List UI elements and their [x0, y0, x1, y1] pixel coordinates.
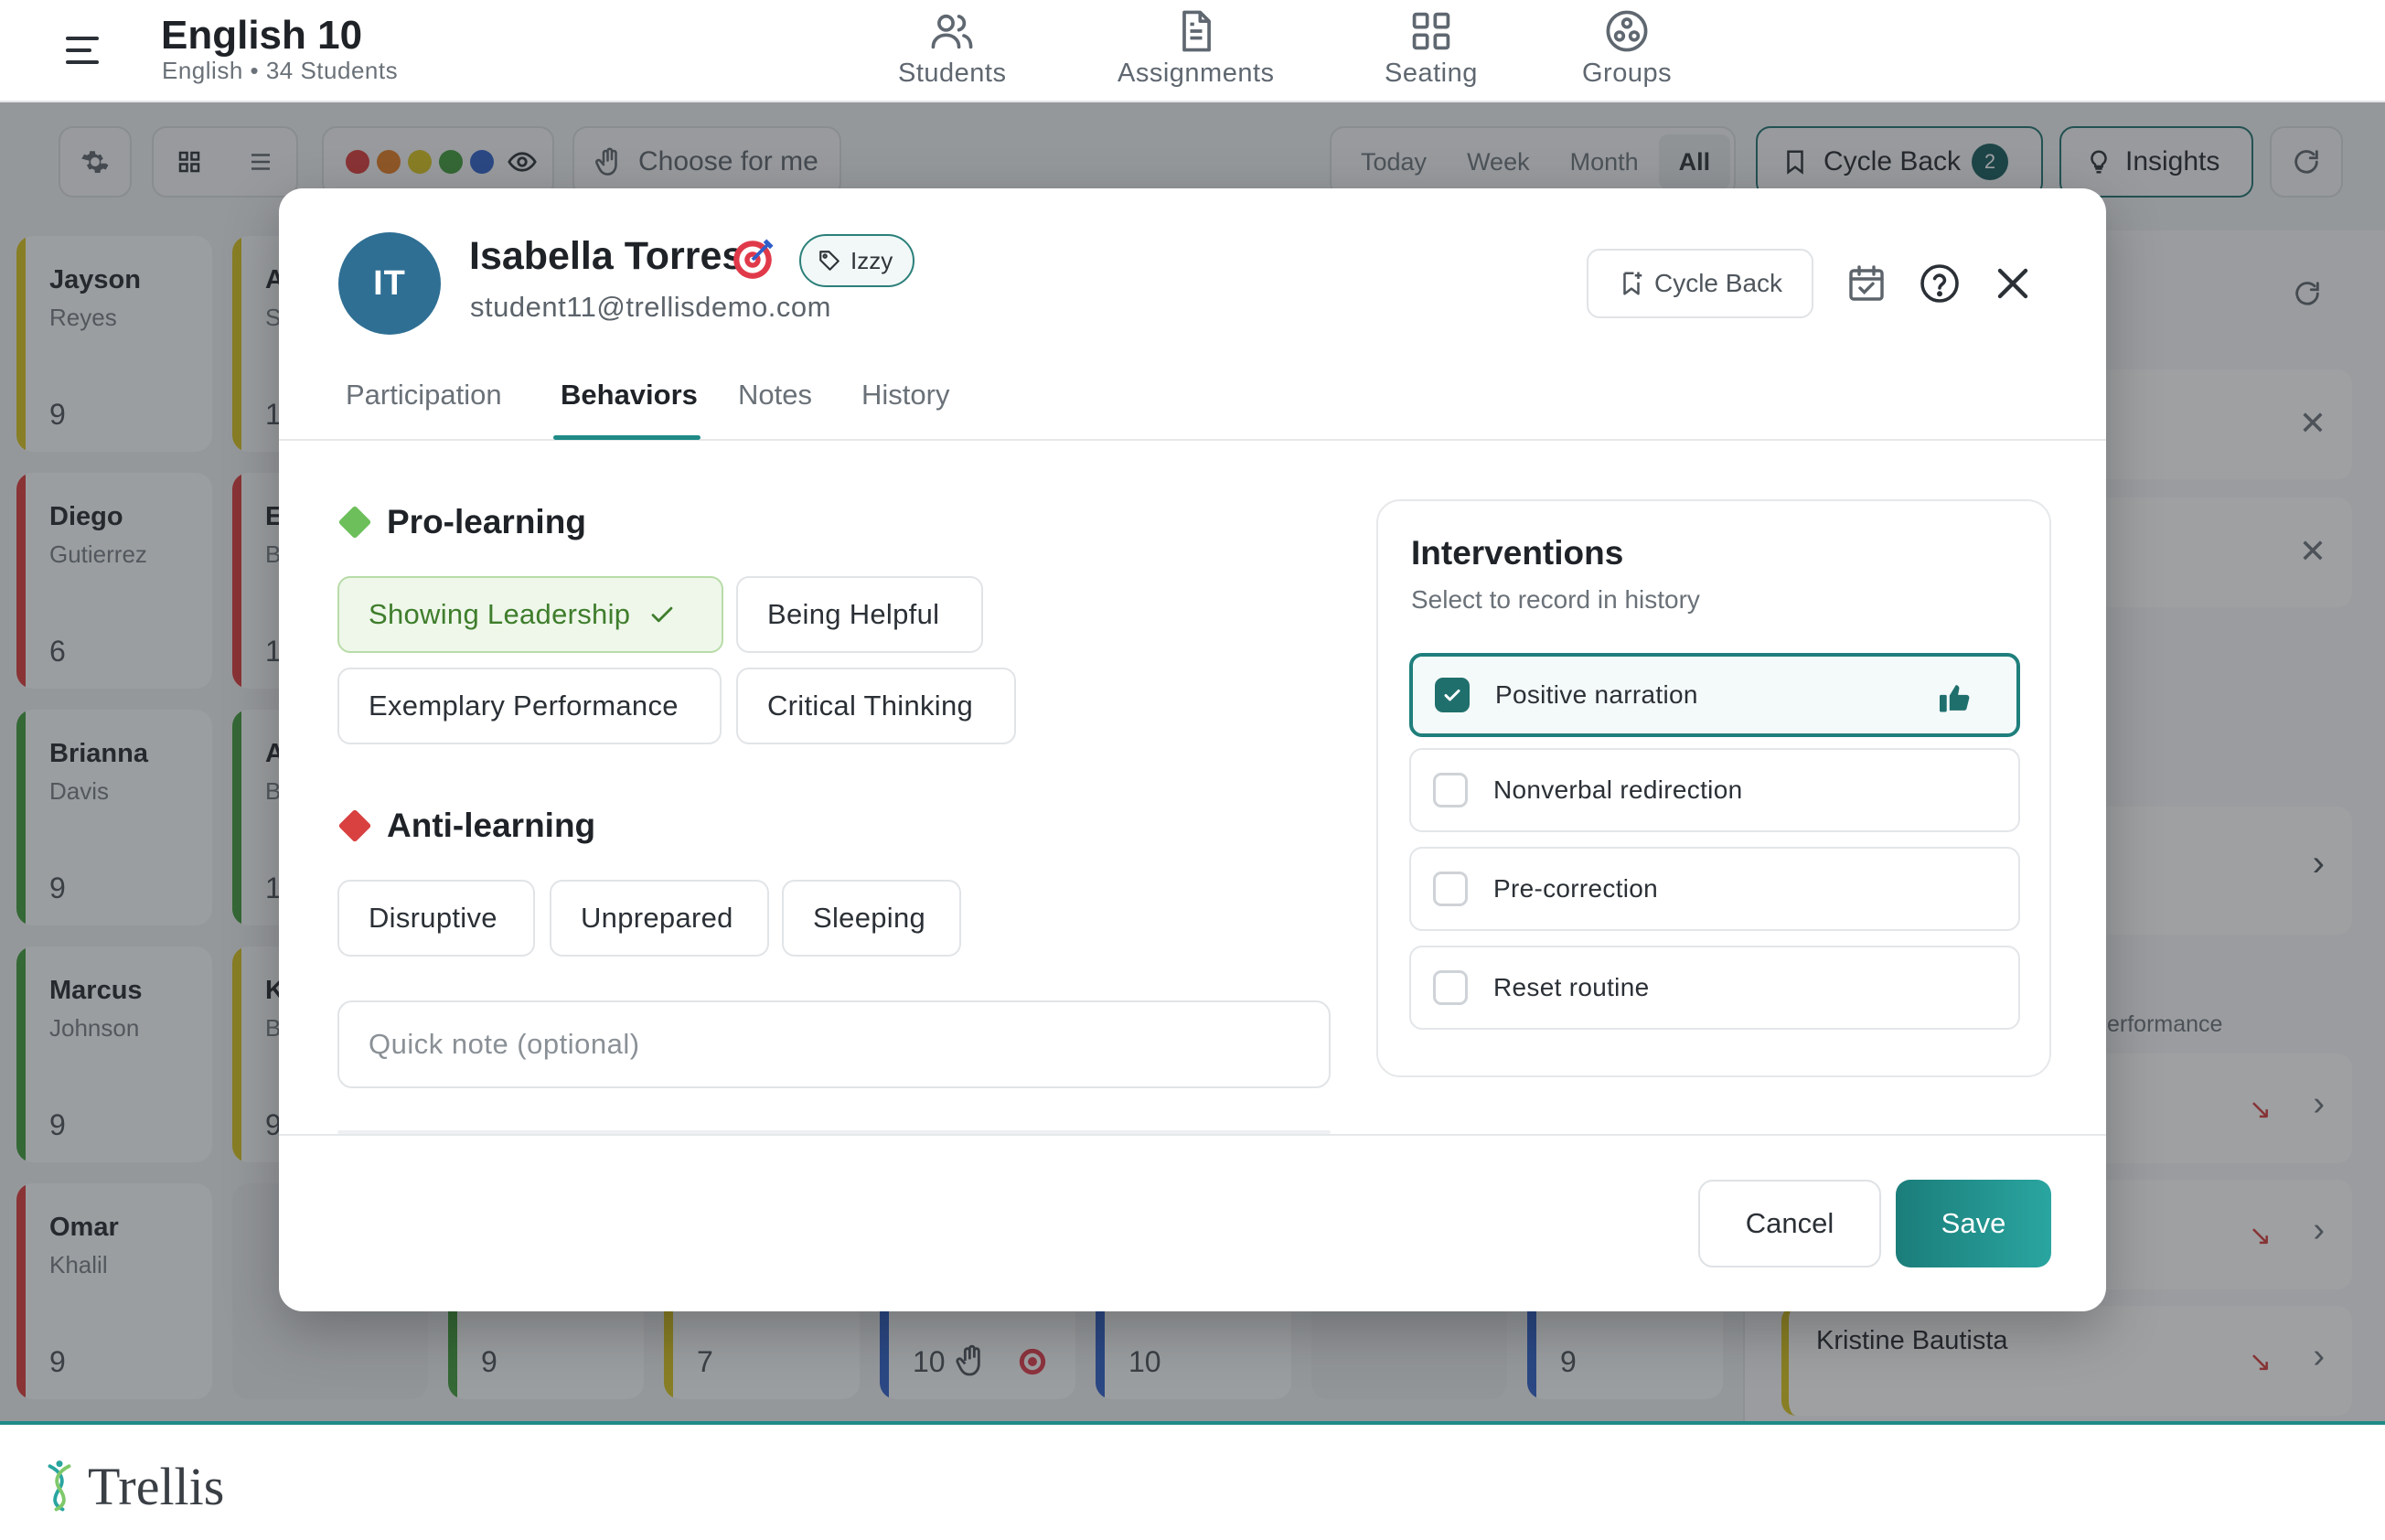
nav-label: Seating: [1385, 59, 1478, 88]
nav-label: Students: [898, 59, 1007, 88]
behavior-chip-unprepared[interactable]: Unprepared: [550, 880, 769, 957]
tab-behaviors[interactable]: Behaviors: [561, 379, 698, 412]
anti-learning-heading: Anti-learning: [337, 807, 595, 845]
top-header: English 10 English • 34 Students Student…: [0, 0, 2385, 102]
check-icon: [651, 606, 673, 623]
nav-students[interactable]: Students: [898, 7, 1006, 95]
save-button[interactable]: Save: [1896, 1180, 2051, 1267]
chip-label: Exemplary Performance: [369, 690, 679, 722]
tab-participation[interactable]: Participation: [346, 379, 502, 412]
chip-label: Unprepared: [581, 902, 733, 934]
modal-tabs: Participation Behaviors Notes History: [279, 353, 2106, 441]
groups-icon: [1606, 10, 1648, 52]
intervention-label: Positive narration: [1495, 680, 1698, 709]
checkbox[interactable]: [1433, 970, 1468, 1005]
checkbox[interactable]: [1433, 773, 1468, 807]
avatar: IT: [338, 232, 441, 335]
anti-learning-diamond-icon: [337, 808, 372, 843]
nav-label: Assignments: [1118, 59, 1275, 88]
cancel-button[interactable]: Cancel: [1698, 1180, 1881, 1267]
checkbox[interactable]: [1435, 678, 1470, 712]
target-icon: [733, 239, 774, 279]
intervention-label: Pre-correction: [1493, 874, 1659, 903]
intervention-pre-correction[interactable]: Pre-correction: [1409, 847, 2020, 931]
cycle-back-label: Cycle Back: [1653, 269, 1783, 297]
nickname-label: Izzy: [850, 246, 893, 274]
pro-learning-diamond-icon: [337, 505, 372, 540]
chip-label: Showing Leadership: [369, 598, 631, 630]
chip-label: Critical Thinking: [767, 690, 974, 722]
student-name: Isabella Torres: [469, 234, 744, 278]
modal-footer-divider: [279, 1134, 2106, 1136]
checkbox[interactable]: [1433, 872, 1468, 906]
brand-name: Trellis: [88, 1457, 225, 1516]
nav-label: Groups: [1582, 59, 1673, 88]
tab-notes[interactable]: Notes: [738, 379, 812, 412]
cycle-back-button[interactable]: Cycle Back: [1587, 249, 1813, 318]
users-icon: [931, 14, 973, 49]
app-footer: Trellis: [0, 1421, 2385, 1540]
student-behavior-modal: IT Isabella Torres Izzy student11@trelli…: [279, 188, 2106, 1311]
active-tab-indicator: [553, 435, 701, 440]
intervention-nonverbal-redirection[interactable]: Nonverbal redirection: [1409, 748, 2020, 832]
intervention-label: Reset routine: [1493, 973, 1650, 1001]
intervention-positive-narration[interactable]: Positive narration: [1409, 653, 2020, 737]
class-subtitle: English • 34 Students: [162, 57, 399, 84]
student-email: student11@trellisdemo.com: [470, 291, 831, 323]
intervention-label: Nonverbal redirection: [1493, 775, 1743, 804]
nav-groups[interactable]: Groups: [1582, 7, 1672, 95]
nav-assignments[interactable]: Assignments: [1118, 7, 1275, 95]
quick-note-input[interactable]: [337, 1000, 1331, 1088]
chip-label: Disruptive: [369, 902, 497, 934]
trellis-leaf-icon: [48, 1460, 71, 1511]
behavior-chip-being-helpful[interactable]: Being Helpful: [736, 576, 983, 653]
behavior-chip-disruptive[interactable]: Disruptive: [337, 880, 535, 957]
grid-icon: [1412, 12, 1450, 50]
calendar-check-icon[interactable]: [1845, 262, 1888, 305]
intervention-reset-routine[interactable]: Reset routine: [1409, 946, 2020, 1030]
check-icon: [1444, 690, 1460, 701]
bookmark-plus-icon: [1623, 272, 1642, 295]
section-title: Anti-learning: [387, 807, 596, 844]
behavior-chip-exemplary-performance[interactable]: Exemplary Performance: [337, 668, 722, 744]
pro-learning-heading: Pro-learning: [337, 503, 586, 541]
document-icon: [1182, 10, 1211, 52]
menu-icon[interactable]: [66, 35, 102, 66]
close-icon[interactable]: [1991, 262, 2035, 305]
help-icon[interactable]: [1918, 262, 1962, 305]
tab-history[interactable]: History: [861, 379, 949, 412]
interventions-title: Interventions: [1411, 534, 1624, 572]
trellis-logo: Trellis: [40, 1456, 224, 1517]
thumbs-up-icon: [1940, 685, 1970, 712]
chip-label: Sleeping: [813, 902, 926, 934]
nickname-tag[interactable]: Izzy: [799, 234, 915, 287]
interventions-panel: Interventions Select to record in histor…: [1376, 499, 2051, 1077]
behavior-chip-sleeping[interactable]: Sleeping: [782, 880, 961, 957]
section-title: Pro-learning: [387, 503, 586, 540]
class-title: English 10: [161, 13, 363, 58]
tag-icon: [819, 251, 840, 271]
behavior-chip-critical-thinking[interactable]: Critical Thinking: [736, 668, 1016, 744]
chip-label: Being Helpful: [767, 598, 940, 630]
nav-seating[interactable]: Seating: [1385, 7, 1478, 95]
interventions-subtitle: Select to record in history: [1411, 585, 1700, 614]
behavior-chip-showing-leadership[interactable]: Showing Leadership: [337, 576, 723, 653]
